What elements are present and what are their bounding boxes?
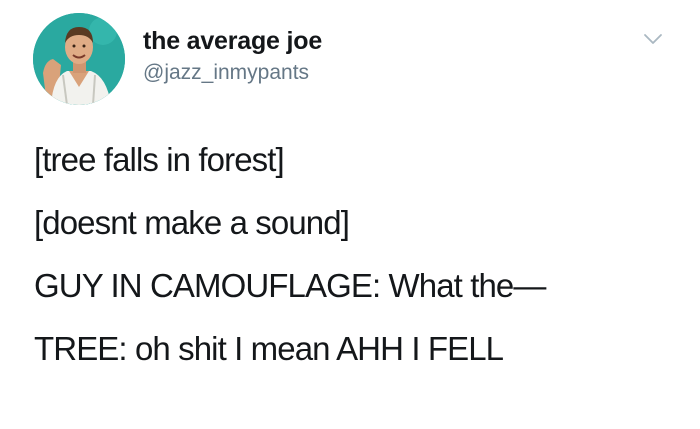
- user-handle[interactable]: @jazz_inmypants: [143, 61, 309, 85]
- tweet-text-line: TREE: oh shit I mean AHH I FELL: [34, 330, 504, 367]
- tweet: the average joe @jazz_inmypants [tree fa…: [0, 0, 700, 429]
- tweet-text-line: [tree falls in forest]: [34, 141, 285, 178]
- display-name[interactable]: the average joe: [143, 27, 322, 56]
- tweet-text-line: [doesnt make a sound]: [34, 204, 350, 241]
- avatar-image: [33, 13, 125, 105]
- tweet-text-line: GUY IN CAMOUFLAGE: What the—: [34, 267, 546, 304]
- tweet-text: [tree falls in forest] [doesnt make a so…: [34, 140, 684, 392]
- chevron-down-icon[interactable]: [643, 32, 663, 46]
- avatar[interactable]: [33, 13, 125, 105]
